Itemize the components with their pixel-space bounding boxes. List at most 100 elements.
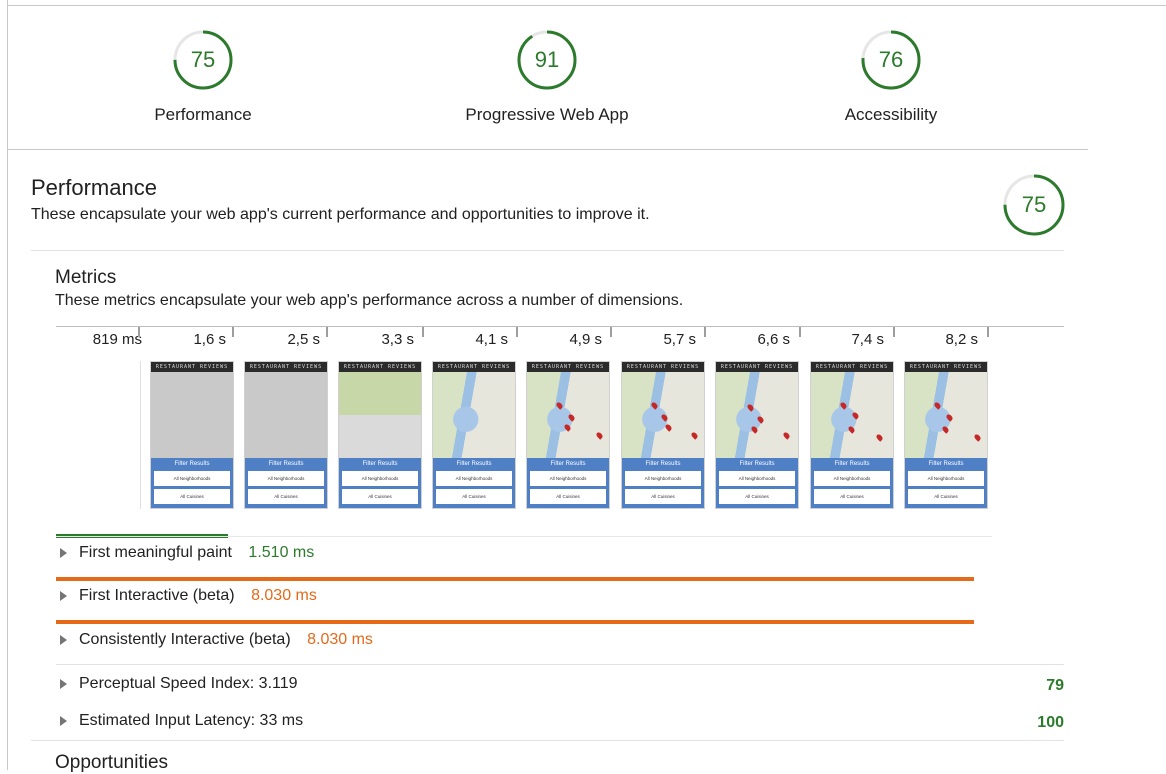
frame-filter-title: Filter Results <box>550 461 586 467</box>
filmstrip-time: 4,1 s <box>475 331 508 348</box>
metric-first-meaningful-paint[interactable]: First meaningful paint 1.510 ms <box>56 534 1064 574</box>
frame-header: RESTAURANT REVIEWS <box>339 362 421 372</box>
gauge-score: 75 <box>190 47 216 72</box>
metric-value: 1.510 ms <box>248 544 315 561</box>
filmstrip-time: 7,4 s <box>851 331 884 348</box>
filmstrip-frame: RESTAURANT REVIEWS Filter Results All Ne… <box>526 361 610 509</box>
top-border <box>7 5 1166 6</box>
map-pin-icon <box>875 433 884 442</box>
frame-header: RESTAURANT REVIEWS <box>905 362 987 372</box>
metric-value: 8.030 ms <box>307 631 373 648</box>
metric-score: 100 <box>1037 714 1064 731</box>
frame-filter-title: Filter Results <box>739 461 775 467</box>
frame-neighborhoods: All Neighborhoods <box>154 471 230 486</box>
frame-header: RESTAURANT REVIEWS <box>433 362 515 372</box>
map-pin-icon <box>756 415 765 424</box>
filmstrip-frame-blank <box>56 361 141 509</box>
frame-map <box>433 372 515 458</box>
metric-label-wrap: First Interactive (beta) 8.030 ms <box>79 587 317 605</box>
filmstrip-time: 6,6 s <box>757 331 790 348</box>
gauge-performance[interactable]: 75 Performance <box>83 29 323 125</box>
frame-map-placeholder <box>245 372 327 458</box>
filmstrip-time: 2,5 s <box>287 331 320 348</box>
frame-neighborhoods: All Neighborhoods <box>908 471 984 486</box>
metric-consistently-interactive[interactable]: Consistently Interactive (beta) 8.030 ms <box>56 621 1064 661</box>
frame-cuisines: All Cuisines <box>154 489 230 504</box>
filmstrip-time: 5,7 s <box>663 331 696 348</box>
gauge-score: 91 <box>534 47 560 72</box>
map-pin-icon <box>746 403 755 412</box>
frame-cuisines: All Cuisines <box>342 489 418 504</box>
frame-filter: Filter Results All Neighborhoods All Cui… <box>527 458 609 508</box>
map-pin-icon <box>847 425 856 434</box>
map-pin-icon <box>851 411 860 420</box>
filmstrip-time: 819 ms <box>92 331 142 348</box>
expand-arrow-icon[interactable] <box>60 716 67 726</box>
frame-header: RESTAURANT REVIEWS <box>527 362 609 372</box>
performance-title: Performance <box>31 175 157 200</box>
map-pin-icon <box>664 423 673 432</box>
performance-description: These encapsulate your web app's current… <box>31 206 650 223</box>
map-pin-icon <box>555 401 564 410</box>
frame-cuisines: All Cuisines <box>436 489 512 504</box>
metric-perceptual-speed-index[interactable]: Perceptual Speed Index: 3.119 79 <box>56 665 1064 705</box>
filmstrip-time: 4,9 s <box>569 331 602 348</box>
frame-filter-title: Filter Results <box>834 461 870 467</box>
gauge-ring: 75 <box>172 29 234 91</box>
frame-filter-title: Filter Results <box>268 461 304 467</box>
frame-filter: Filter Results All Neighborhoods All Cui… <box>811 458 893 508</box>
frame-map-loading <box>339 372 421 458</box>
filmstrip-frame: RESTAURANT REVIEWS Filter Results All Ne… <box>244 361 328 509</box>
expand-arrow-icon[interactable] <box>60 679 67 689</box>
expand-arrow-icon[interactable] <box>60 635 67 645</box>
map-pin-icon <box>650 401 659 410</box>
map-pin-icon <box>595 431 604 440</box>
map-pin-icon <box>945 413 954 422</box>
gauge-accessibility[interactable]: 76 Accessibility <box>771 29 1011 125</box>
map-pin-icon <box>690 431 699 440</box>
frame-map <box>905 372 987 458</box>
filmstrip-time: 3,3 s <box>381 331 414 348</box>
expand-arrow-icon[interactable] <box>60 591 67 601</box>
frame-header: RESTAURANT REVIEWS <box>245 362 327 372</box>
frame-map <box>716 372 798 458</box>
filmstrip-tick <box>987 327 989 337</box>
metric-first-interactive[interactable]: First Interactive (beta) 8.030 ms <box>56 577 1064 617</box>
frame-neighborhoods: All Neighborhoods <box>814 471 890 486</box>
gauge-score: 76 <box>878 47 904 72</box>
frame-filter: Filter Results All Neighborhoods All Cui… <box>905 458 987 508</box>
frame-header: RESTAURANT REVIEWS <box>622 362 704 372</box>
metrics-title: Metrics <box>55 267 117 288</box>
filmstrip-frame: RESTAURANT REVIEWS Filter Results All Ne… <box>904 361 988 509</box>
frame-cuisines: All Cuisines <box>814 489 890 504</box>
expand-arrow-icon[interactable] <box>60 548 67 558</box>
metric-label-wrap: Consistently Interactive (beta) 8.030 ms <box>79 631 373 649</box>
filmstrip-frame: RESTAURANT REVIEWS Filter Results All Ne… <box>432 361 516 509</box>
metric-estimated-input-latency[interactable]: Estimated Input Latency: 33 ms 100 <box>56 702 1064 742</box>
filmstrip-timeline: 819 ms 1,6 s 2,5 s 3,3 s 4,1 s 4,9 s 5,7… <box>56 326 1064 357</box>
metric-label: Consistently Interactive (beta) <box>79 631 291 648</box>
frame-map <box>622 372 704 458</box>
metric-label: First Interactive (beta) <box>79 587 235 604</box>
frame-filter-title: Filter Results <box>174 461 210 467</box>
filmstrip-frame: RESTAURANT REVIEWS Filter Results All Ne… <box>715 361 799 509</box>
performance-score: 75 <box>1021 192 1047 217</box>
opportunities-title: Opportunities <box>55 752 169 773</box>
metric-label: First meaningful paint <box>79 544 232 561</box>
gauge-label: Accessibility <box>844 105 938 124</box>
map-pin-icon <box>567 413 576 422</box>
metric-label: Estimated Input Latency: 33 ms <box>79 712 304 729</box>
section-divider <box>31 250 1064 251</box>
summary-divider <box>7 149 1088 150</box>
frame-cuisines: All Cuisines <box>530 489 606 504</box>
gauge-label: Performance <box>154 105 252 124</box>
frame-neighborhoods: All Neighborhoods <box>436 471 512 486</box>
frame-header: RESTAURANT REVIEWS <box>151 362 233 372</box>
frame-header: RESTAURANT REVIEWS <box>811 362 893 372</box>
frame-neighborhoods: All Neighborhoods <box>248 471 324 486</box>
map-pin-icon <box>563 423 572 432</box>
frame-filter: Filter Results All Neighborhoods All Cui… <box>622 458 704 508</box>
gauge-pwa[interactable]: 91 Progressive Web App <box>427 29 667 125</box>
frame-filter: Filter Results All Neighborhoods All Cui… <box>245 458 327 508</box>
gauge-label: Progressive Web App <box>465 105 629 124</box>
